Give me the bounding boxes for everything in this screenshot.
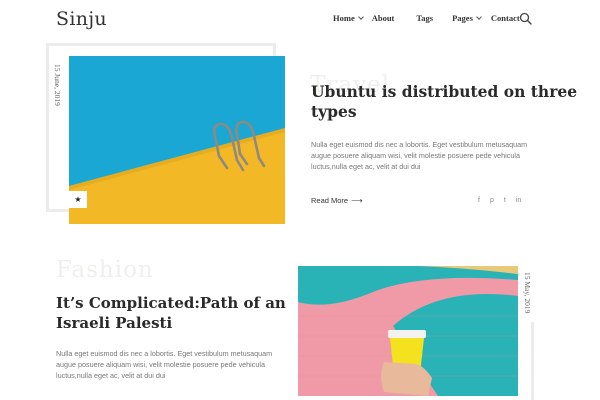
chevron-down-icon — [476, 14, 482, 20]
nav-item-pages[interactable]: Pages — [452, 13, 482, 23]
nav-item-home[interactable]: Home — [333, 13, 364, 23]
read-more-link[interactable]: Read More ⟶ — [311, 196, 363, 205]
nav-label: About — [371, 13, 395, 23]
nav-label: Tags — [416, 13, 434, 23]
social-share: f p t in — [478, 197, 521, 204]
chevron-down-icon — [357, 14, 364, 20]
post-category-watermark: Fashion — [56, 257, 154, 283]
main-nav: Home About Tags Pages Contact — [333, 13, 520, 23]
arrow-right-icon: ⟶ — [351, 196, 363, 205]
featured-badge: ★ — [69, 191, 87, 208]
facebook-icon[interactable]: f — [478, 197, 480, 204]
post-excerpt: Nulla eget euismod dis nec a lobortis. E… — [311, 140, 528, 171]
nav-item-about[interactable]: About — [372, 13, 395, 23]
post-title[interactable]: Ubuntu is distributed on three types — [311, 82, 577, 122]
post-date: 15 May, 2019 — [520, 272, 534, 322]
nav-item-contact[interactable]: Contact — [491, 13, 520, 23]
post-excerpt: Nulla eget euismod dis nec a lobortis. E… — [56, 349, 273, 380]
site-logo[interactable]: Sinju — [56, 8, 107, 30]
post-image-pool[interactable] — [69, 56, 285, 224]
pinterest-icon[interactable]: p — [490, 197, 494, 204]
nav-label: Home — [333, 13, 355, 23]
linkedin-icon[interactable]: in — [516, 197, 521, 204]
post-image-coffee[interactable] — [298, 266, 518, 396]
nav-label: Pages — [452, 13, 473, 23]
post-title[interactable]: It’s Complicated:Path of an Israeli Pale… — [56, 293, 286, 333]
post-date: 15 June, 2019 — [53, 64, 62, 106]
twitter-icon[interactable]: t — [504, 197, 506, 204]
search-icon[interactable] — [519, 12, 532, 25]
star-icon: ★ — [74, 195, 82, 204]
nav-item-tags[interactable]: Tags — [416, 13, 433, 23]
nav-label: Contact — [490, 13, 520, 23]
